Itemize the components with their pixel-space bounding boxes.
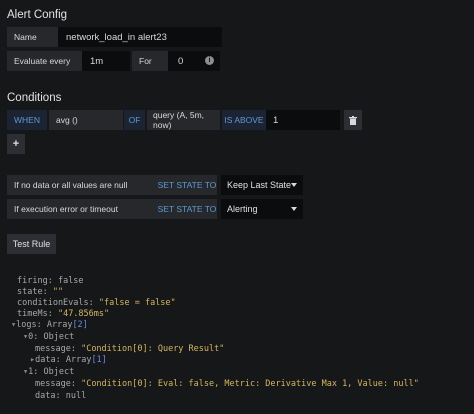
threshold-input[interactable]: 1 bbox=[266, 110, 340, 130]
result-line-condition-evals: conditionEvals: "false = false" bbox=[17, 298, 176, 308]
result-line-log-1-data: data: null bbox=[35, 391, 87, 401]
chevron-down-icon bbox=[291, 207, 297, 211]
result-line-log-1-message: message: "Condition[0]: Eval: false, Met… bbox=[35, 379, 419, 389]
exec-error-label: If execution error or timeout bbox=[7, 199, 157, 219]
no-data-label: If no data or all values are null bbox=[7, 175, 157, 195]
result-line-firing: firing: false bbox=[17, 276, 84, 286]
for-value: 0 bbox=[178, 55, 184, 67]
evaluate-every-label: Evaluate every bbox=[7, 51, 82, 71]
when-keyword: WHEN bbox=[7, 110, 47, 130]
reducer-select[interactable]: avg () bbox=[49, 110, 123, 130]
no-data-state-value: Keep Last State bbox=[227, 180, 292, 190]
chevron-down-icon bbox=[291, 183, 297, 187]
for-label: For bbox=[132, 51, 168, 71]
exec-error-set-state-keyword: SET STATE TO bbox=[157, 199, 217, 219]
trash-icon bbox=[349, 115, 357, 125]
exec-error-state-select[interactable]: Alerting bbox=[221, 199, 303, 219]
result-line-log-0-message: message: "Condition[0]: Query Result" bbox=[35, 344, 225, 354]
name-input[interactable]: network_load_in alert23 bbox=[58, 27, 222, 47]
result-line-logs[interactable]: ▾logs: Array[2] bbox=[11, 320, 88, 331]
result-line-log-1[interactable]: ▾1: Object bbox=[23, 367, 74, 378]
delete-condition-button[interactable] bbox=[344, 110, 362, 130]
name-label: Name bbox=[7, 27, 58, 47]
of-keyword: OF bbox=[124, 110, 145, 130]
result-line-time: timeMs: "47.856ms" bbox=[17, 309, 110, 319]
query-select[interactable]: query (A, 5m, now) bbox=[147, 110, 220, 130]
result-line-log-0-data[interactable]: ▸data: Array[1] bbox=[30, 355, 107, 366]
info-icon[interactable]: i bbox=[205, 56, 214, 65]
no-data-set-state-keyword: SET STATE TO bbox=[157, 175, 217, 195]
add-condition-button[interactable]: + bbox=[7, 134, 25, 154]
for-input[interactable]: 0 i bbox=[168, 51, 220, 71]
result-line-log-0[interactable]: ▾0: Object bbox=[23, 332, 74, 343]
conditions-heading: Conditions bbox=[7, 92, 62, 104]
alert-config-heading: Alert Config bbox=[7, 9, 68, 21]
test-rule-button[interactable]: Test Rule bbox=[7, 234, 56, 254]
no-data-state-select[interactable]: Keep Last State bbox=[221, 175, 303, 195]
evaluate-every-input[interactable]: 1m bbox=[82, 51, 130, 71]
evaluator-select[interactable]: IS ABOVE bbox=[222, 110, 266, 130]
result-line-state: state: "" bbox=[17, 287, 64, 297]
exec-error-state-value: Alerting bbox=[227, 204, 258, 214]
